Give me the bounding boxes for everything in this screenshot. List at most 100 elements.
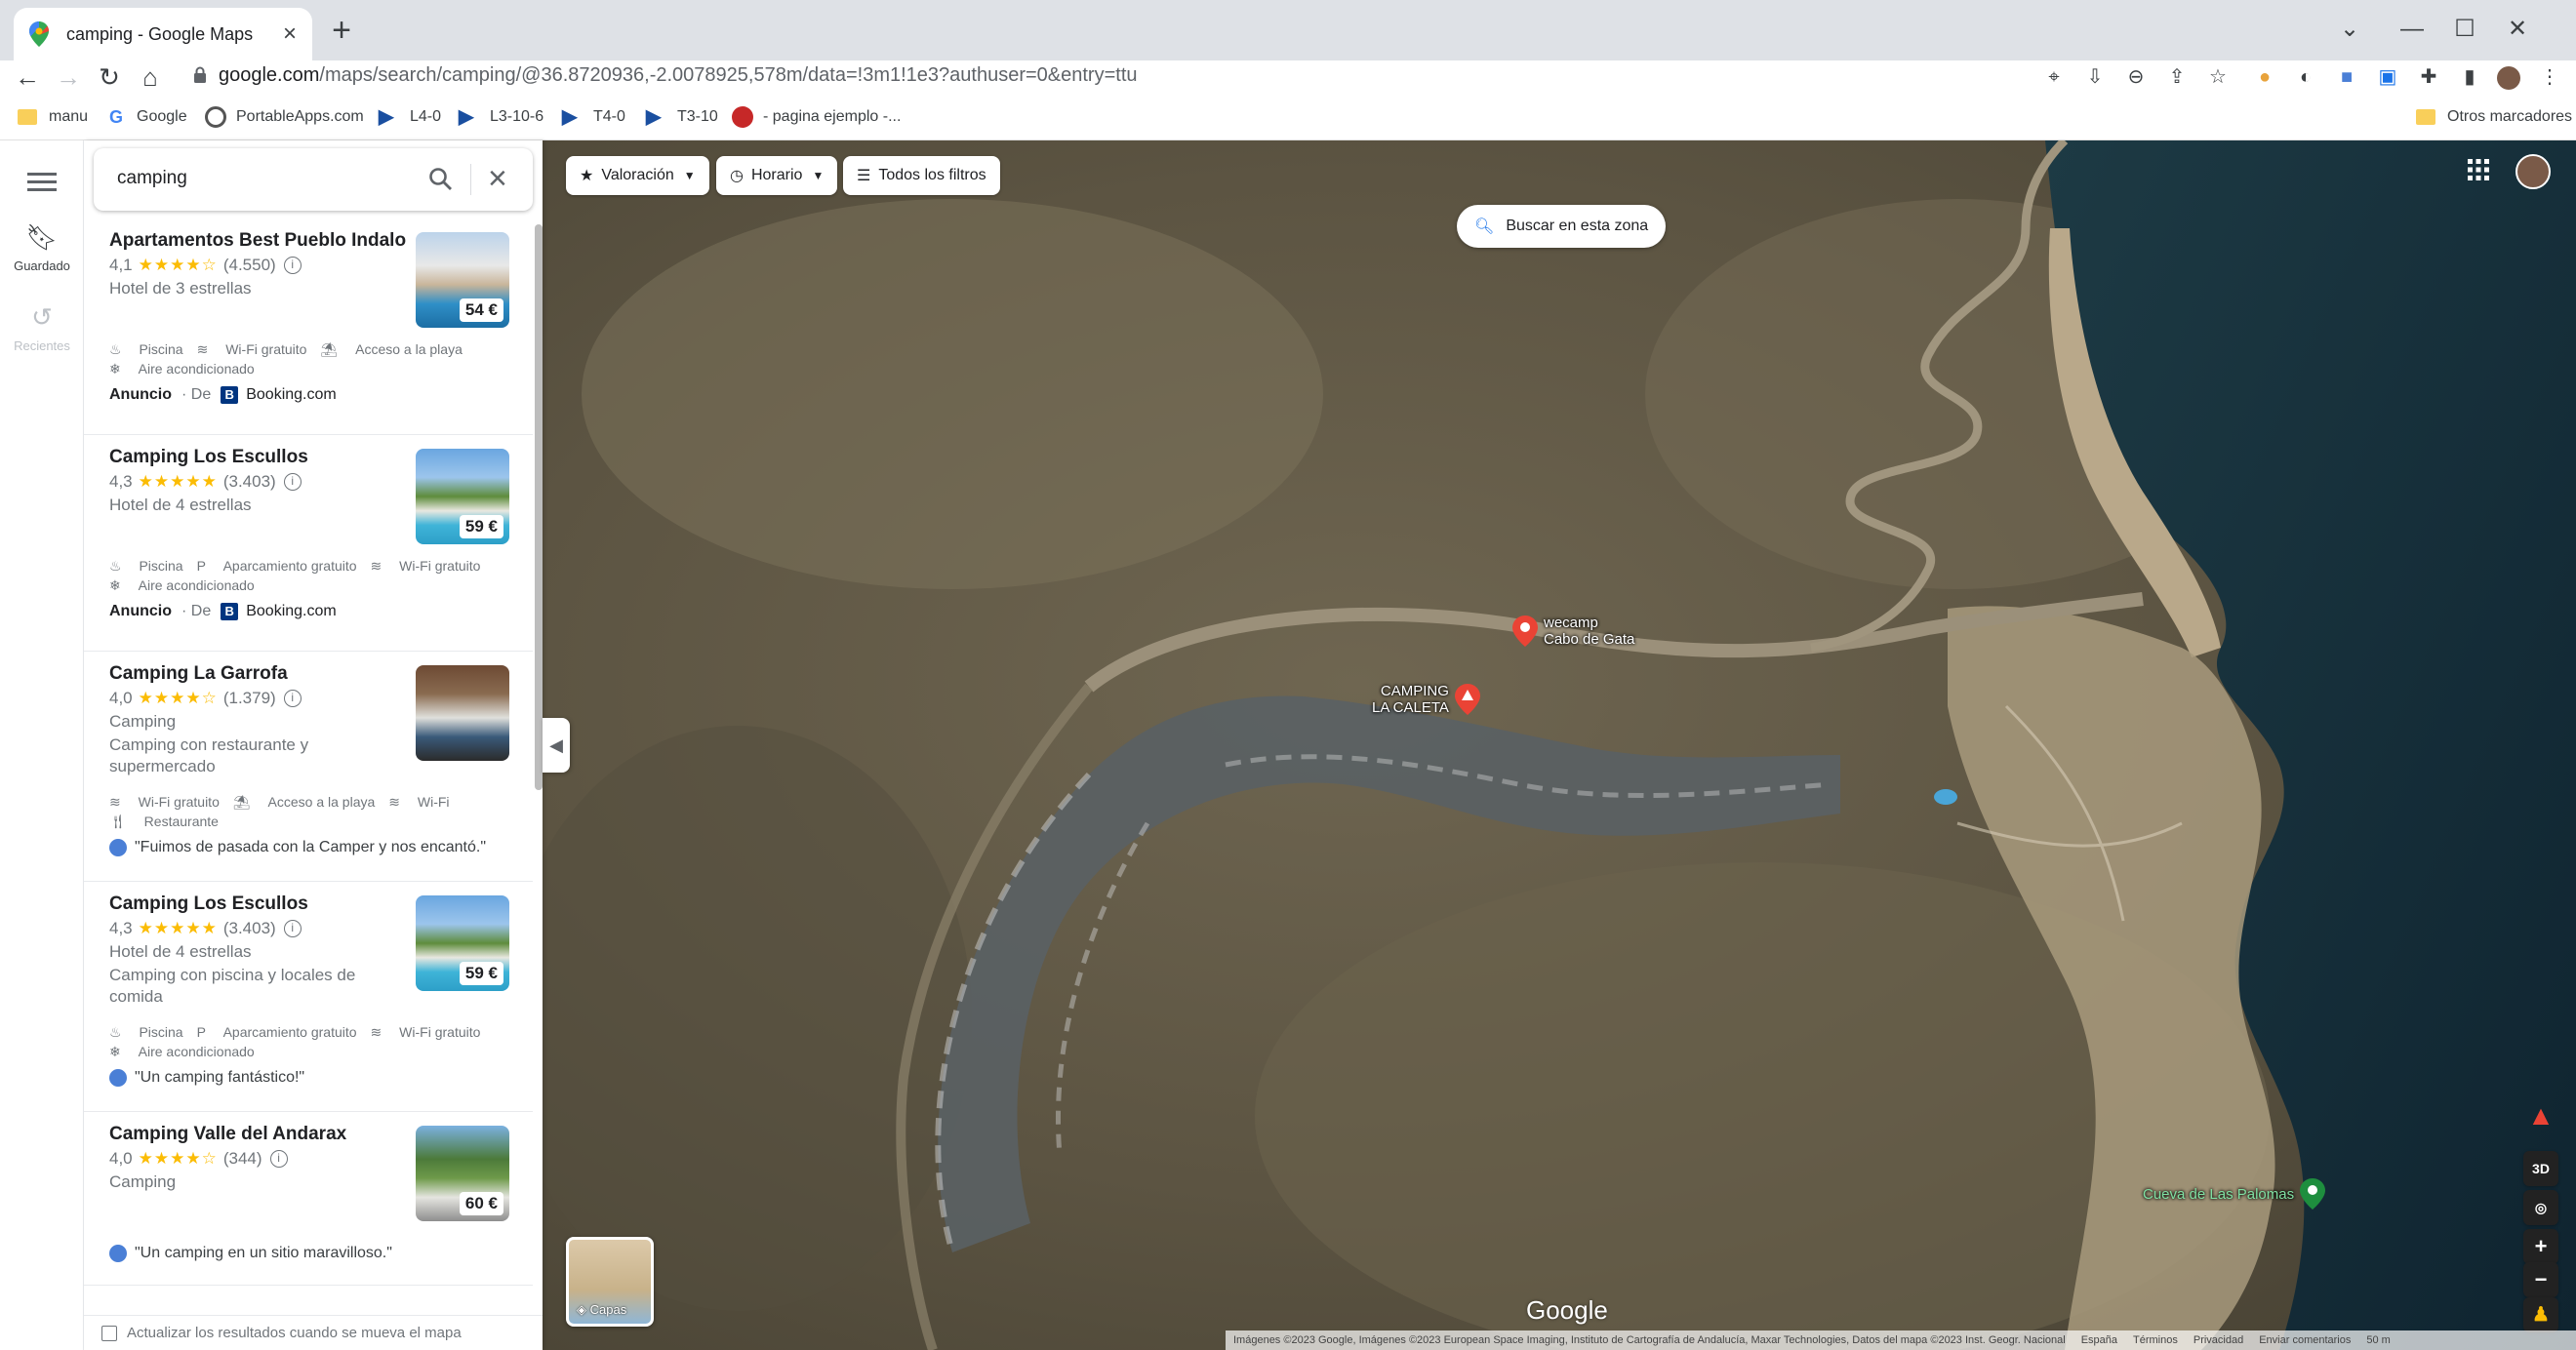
minimize-icon[interactable]: — [2393, 10, 2432, 49]
bookmark-portableapps[interactable]: PortableApps.com [205, 103, 364, 131]
search-input[interactable]: camping [117, 168, 187, 189]
star-bookmark-icon[interactable]: ☆ [2203, 62, 2233, 92]
pegman-icon[interactable]: ♟ [2523, 1297, 2558, 1332]
list-item[interactable]: Camping Los Escullos 4,3 ★★★★★ (3.403) i Ho… [84, 882, 533, 1112]
chrome-menu-icon[interactable]: ⋮ [2535, 62, 2564, 92]
list-item[interactable]: Camping La Garrofa 4,0 ★★★★☆ (1.379) i Camp… [84, 652, 533, 882]
collapse-panel-button[interactable]: ◀ [543, 718, 570, 773]
layers-button[interactable]: ◈ Capas [566, 1237, 654, 1327]
maximize-icon[interactable]: ☐ [2445, 10, 2484, 49]
rail-saved[interactable]: 🔖︎ Guardado [0, 222, 84, 273]
side-panel-icon[interactable]: ▮ [2455, 62, 2484, 92]
rail-recent[interactable]: ↺ Recientes [0, 302, 84, 353]
close-tab-icon[interactable]: × [283, 20, 297, 48]
bookmark-l3-10-6[interactable]: ▶ L3-10-6 [459, 103, 543, 131]
result-photo[interactable]: 59 € [416, 895, 509, 991]
pool-icon: ♨︎ [109, 1024, 126, 1040]
home-icon[interactable]: ⌂ [133, 60, 168, 94]
hamburger-menu-icon[interactable] [27, 168, 57, 196]
reload-icon[interactable]: ↻ [92, 60, 127, 94]
caleta-pin[interactable]: CAMPING LA CALETA [1372, 683, 1480, 716]
wecamp-label: wecamp Cabo de Gata [1544, 615, 1635, 648]
info-icon[interactable]: i [283, 690, 302, 707]
bookmark-otros-marcadores[interactable]: Otros marcadores [2416, 103, 2572, 131]
result-photo[interactable]: 59 € [416, 449, 509, 544]
rating-filter-chip[interactable]: ★ Valoración ▼ [566, 156, 709, 195]
amenity: Acceso a la playa [267, 794, 376, 810]
zoom-icon[interactable]: ⊖ [2121, 62, 2151, 92]
bookmark-l4-0[interactable]: ▶ L4-0 [379, 103, 441, 131]
url-path: /maps/search/camping/@36.8720936,-2.0078… [319, 64, 1138, 86]
install-app-icon[interactable]: ⇩ [2080, 62, 2110, 92]
share-icon[interactable]: ⇪ [2162, 62, 2192, 92]
info-icon[interactable]: i [283, 920, 302, 937]
search-box[interactable]: camping × [94, 148, 533, 211]
result-photo[interactable] [416, 665, 509, 761]
bookmark-label: L3-10-6 [490, 108, 544, 125]
update-results-toggle[interactable]: Actualizar los resultados cuando se muev… [84, 1315, 543, 1350]
result-name[interactable]: Camping Valle del Andarax [109, 1124, 346, 1145]
all-filters-chip[interactable]: ☰ Todos los filtros [843, 156, 1000, 195]
compass-icon[interactable]: ▲ [2523, 1098, 2558, 1133]
zoom-in-button[interactable]: + [2523, 1229, 2558, 1264]
ad-source-link[interactable]: Booking.com [246, 603, 337, 620]
cueva-pin[interactable]: Cueva de Las Palomas [2143, 1178, 2326, 1210]
result-photo[interactable]: 60 € [416, 1126, 509, 1221]
footer-link-privacy[interactable]: Privacidad [2194, 1334, 2243, 1346]
result-photo[interactable]: 54 € [416, 232, 509, 328]
wecamp-pin[interactable]: wecamp Cabo de Gata [1512, 615, 1634, 648]
search-this-area-button[interactable]: 🔍︎ Buscar en esta zona [1457, 205, 1667, 248]
info-icon[interactable]: i [269, 1150, 288, 1168]
browser-tab[interactable]: camping - Google Maps × [14, 8, 312, 60]
my-location-icon[interactable]: ◎ [2523, 1190, 2558, 1225]
google-apps-icon[interactable] [2465, 156, 2492, 183]
account-avatar[interactable] [2516, 154, 2551, 189]
list-item[interactable]: Apartamentos Best Pueblo Indalo 4,1 ★★★★☆… [84, 218, 533, 435]
zoom-out-button[interactable]: − [2523, 1262, 2558, 1297]
hours-filter-chip[interactable]: ◷ Horario ▼ [716, 156, 838, 195]
info-icon[interactable]: i [283, 257, 302, 274]
bookmark-t4-0[interactable]: ▶ T4-0 [562, 103, 625, 131]
search-icon[interactable] [427, 166, 455, 193]
address-bar[interactable]: google.com/maps/search/camping/@36.87209… [180, 60, 2092, 94]
results-scrollbar[interactable] [535, 224, 543, 790]
list-item[interactable]: Camping Valle del Andarax 4,0 ★★★★☆ (344) i… [84, 1112, 533, 1286]
ad-label: Anuncio [109, 386, 172, 403]
bookmark-google[interactable]: G Google [105, 103, 187, 131]
window-close-icon[interactable]: ✕ [2498, 10, 2537, 49]
dark-mode-extension-icon[interactable]: ◐ [2291, 62, 2320, 92]
3d-toggle-button[interactable]: 3D [2523, 1151, 2558, 1186]
result-name[interactable]: Camping La Garrofa [109, 663, 288, 685]
tab-search-chevron-icon[interactable]: ⌄ [2330, 10, 2369, 49]
location-icon[interactable]: ⌖ [2039, 62, 2069, 92]
ad-source-link[interactable]: Booking.com [246, 386, 337, 404]
bookmark-t3-10[interactable]: ▶ T3-10 [646, 103, 718, 131]
footer-link-terms[interactable]: Términos [2133, 1334, 2178, 1346]
extensions-puzzle-icon[interactable]: ✚ [2414, 62, 2443, 92]
result-name[interactable]: Camping Los Escullos [109, 447, 308, 468]
scale-label[interactable]: 50 m [2366, 1334, 2390, 1346]
satellite-map[interactable]: ★ Valoración ▼ ◷ Horario ▼ ☰ Todos los filtro… [543, 140, 2576, 1350]
footer-link-feedback[interactable]: Enviar comentarios [2259, 1334, 2351, 1346]
back-icon[interactable]: ← [10, 60, 45, 94]
save-extension-icon[interactable]: ■ [2332, 62, 2361, 92]
amenity: Acceso a la playa [355, 341, 463, 357]
new-tab-icon[interactable]: + [324, 14, 359, 49]
layers-icon: ◈ [577, 1302, 590, 1317]
amenities-row: ♨︎ Piscina ≋ Wi-Fi gratuito ⛱︎ Acceso a la… [109, 341, 476, 358]
screenshot-extension-icon[interactable]: ▣ [2373, 62, 2402, 92]
result-name[interactable]: Camping Los Escullos [109, 893, 308, 915]
bookmark-pagina-ejemplo[interactable]: - pagina ejemplo -... [732, 103, 901, 131]
result-name[interactable]: Apartamentos Best Pueblo Indalo [109, 230, 406, 252]
profile-avatar-icon[interactable] [2494, 62, 2523, 92]
bookmark-manu[interactable]: manu [18, 103, 88, 131]
footer-link-spain[interactable]: España [2081, 1334, 2117, 1346]
info-icon[interactable]: i [283, 473, 302, 491]
update-results-checkbox[interactable] [101, 1326, 117, 1341]
caleta-label: CAMPING LA CALETA [1372, 683, 1449, 716]
clear-search-icon[interactable]: × [488, 160, 507, 198]
ladybug-icon [732, 106, 753, 128]
forward-icon[interactable]: → [51, 60, 86, 94]
list-item[interactable]: Camping Los Escullos 4,3 ★★★★★ (3.403) i Ho… [84, 435, 533, 652]
cookie-extension-icon[interactable]: ● [2250, 62, 2279, 92]
